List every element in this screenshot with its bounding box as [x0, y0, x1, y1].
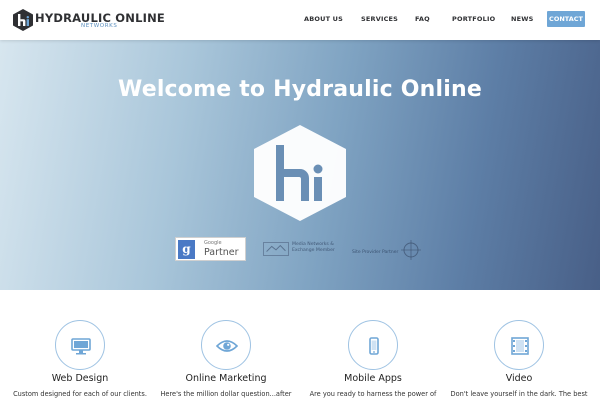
media-network-badge[interactable]: Media Networks & Exchange Member — [263, 238, 337, 260]
service-description: Are you ready to harness the power of — [309, 390, 437, 398]
brand-subtitle: NETWORKS — [81, 23, 118, 29]
crosshair-globe-icon — [401, 240, 421, 260]
film-icon — [511, 337, 529, 355]
hi-hexagon-icon — [254, 125, 346, 221]
google-badge-small-text: Google — [204, 240, 222, 246]
service-video[interactable]: Video Don't leave yourself in the dark. … — [449, 320, 589, 400]
site-header: HYDRAULIC ONLINE NETWORKS ABOUT US SERVI… — [0, 0, 600, 40]
media-network-icon — [263, 242, 289, 256]
service-mobile-apps[interactable]: Mobile Apps Are you ready to harness the… — [303, 320, 443, 400]
service-icon-circle[interactable] — [201, 320, 251, 370]
google-g-icon: g — [178, 240, 195, 259]
service-title: Online Marketing — [185, 373, 267, 384]
monitor-icon — [71, 338, 91, 355]
service-icon-circle[interactable] — [55, 320, 105, 370]
service-description: Custom designed for each of our clients. — [13, 390, 147, 398]
service-online-marketing[interactable]: Online Marketing Here's the million doll… — [156, 320, 296, 400]
service-title: Web Design — [51, 373, 109, 384]
google-partner-badge[interactable]: g Google Partner — [175, 237, 246, 261]
nav-portfolio[interactable]: PORTFOLIO — [452, 15, 495, 23]
site-provider-text: Site Provider Partner — [352, 250, 399, 255]
service-web-design[interactable]: Web Design Custom designed for each of o… — [10, 320, 150, 400]
partner-badges: g Google Partner Media Networks & Exchan… — [0, 235, 600, 265]
service-icon-circle[interactable] — [348, 320, 398, 370]
google-badge-big-text: Partner — [204, 247, 239, 258]
nav-news[interactable]: NEWS — [511, 15, 534, 23]
nav-services[interactable]: SERVICES — [361, 15, 398, 23]
nav-about-us[interactable]: ABOUT US — [304, 15, 343, 23]
service-description: Here's the million dollar question...aft… — [160, 390, 292, 398]
nav-contact-button[interactable]: CONTACT — [547, 11, 585, 27]
nav-faq[interactable]: FAQ — [415, 15, 430, 23]
media-badge-line2: Exchange Member — [292, 248, 335, 253]
service-title: Video — [505, 373, 533, 384]
brand-logo[interactable]: HYDRAULIC ONLINE NETWORKS — [13, 8, 165, 32]
hi-hexagon-icon — [13, 9, 33, 31]
site-provider-badge[interactable]: Site Provider Partner — [352, 238, 424, 260]
mobile-phone-icon — [369, 337, 379, 355]
hero-banner: Welcome to Hydraulic Online g Google Par… — [0, 40, 600, 290]
eye-icon — [216, 340, 238, 352]
service-description: Don't leave yourself in the dark. The be… — [450, 390, 588, 398]
service-icon-circle[interactable] — [494, 320, 544, 370]
media-badge-text: Media Networks & Exchange Member — [292, 242, 335, 254]
hero-title: Welcome to Hydraulic Online — [118, 77, 482, 102]
service-title: Mobile Apps — [344, 373, 402, 384]
